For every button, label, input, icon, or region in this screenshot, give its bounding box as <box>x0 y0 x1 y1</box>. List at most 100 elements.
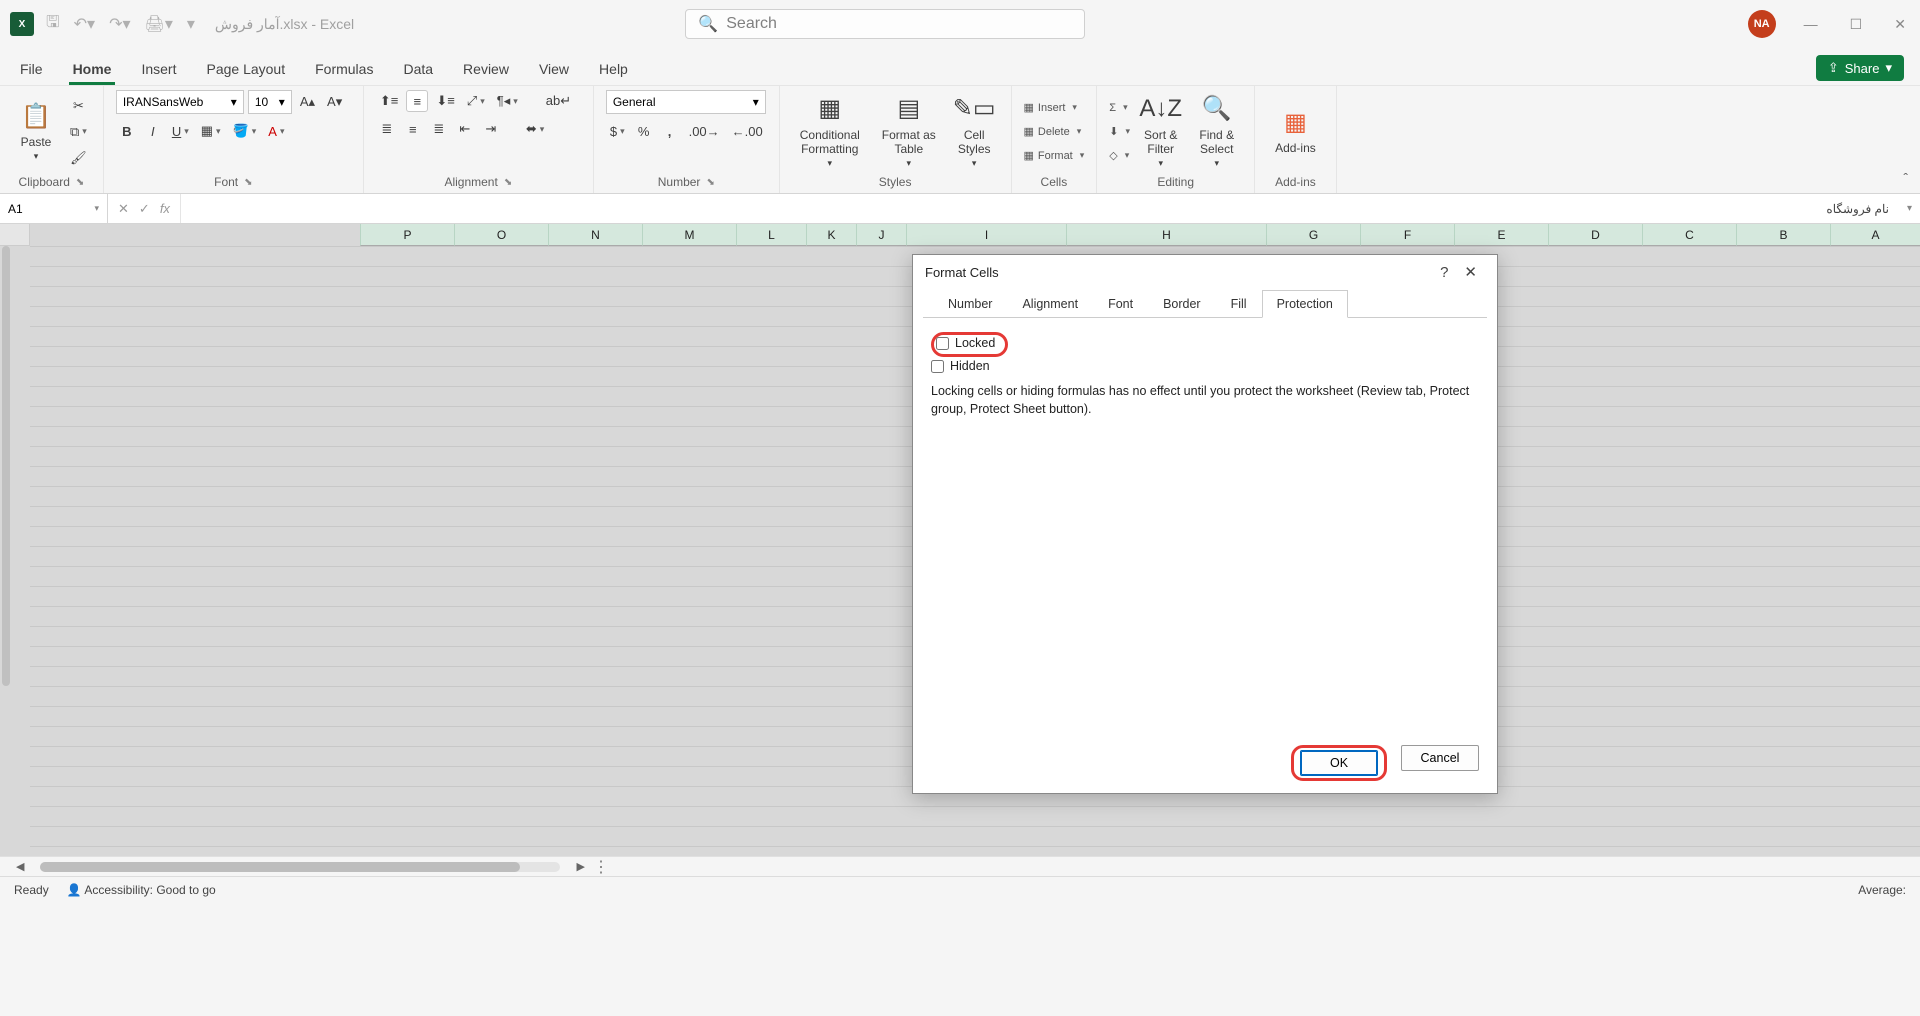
number-format-select[interactable]: General▾ <box>606 90 766 114</box>
tab-home[interactable]: Home <box>69 55 116 85</box>
format-cells-button[interactable]: ▦ Format <box>1024 147 1085 165</box>
locked-checkbox-row[interactable]: Locked <box>936 336 995 350</box>
vertical-scrollbar[interactable] <box>2 246 10 686</box>
fill-icon[interactable]: ⬇ <box>1109 123 1130 141</box>
increase-indent-icon[interactable]: ⇥ <box>480 118 502 140</box>
insert-cells-button[interactable]: ▦ Insert <box>1024 99 1077 117</box>
font-name-select[interactable]: IRANSansWeb▾ <box>116 90 244 114</box>
redo-icon[interactable]: ↷▾ <box>109 14 130 34</box>
col-header[interactable]: C <box>1642 224 1736 246</box>
comma-format-icon[interactable]: , <box>659 120 681 142</box>
merge-center-icon[interactable]: ⬌ <box>522 118 548 140</box>
dtab-protection[interactable]: Protection <box>1262 290 1348 318</box>
name-box[interactable]: A1▾ <box>0 194 108 223</box>
bold-button[interactable]: B <box>116 120 138 142</box>
align-bottom-icon[interactable]: ⬇≡ <box>432 90 458 112</box>
dialog-launcher-icon[interactable]: ⬊ <box>76 177 84 188</box>
col-header[interactable]: B <box>1736 224 1830 246</box>
tab-insert[interactable]: Insert <box>137 55 180 85</box>
cancel-button[interactable]: Cancel <box>1401 745 1479 771</box>
italic-button[interactable]: I <box>142 120 164 142</box>
user-avatar[interactable]: NA <box>1748 10 1776 38</box>
dialog-close-icon[interactable]: ✕ <box>1456 259 1485 285</box>
clear-icon[interactable]: ◇ <box>1109 147 1129 165</box>
col-header[interactable]: N <box>548 224 642 246</box>
col-header[interactable]: H <box>1066 224 1266 246</box>
copy-icon[interactable]: ⧉ <box>66 121 91 143</box>
scroll-left-icon[interactable]: ◀ <box>16 860 24 873</box>
find-select-button[interactable]: 🔍 Find & Select▾ <box>1191 92 1242 172</box>
sheet-tabs-menu-icon[interactable]: ⋮ <box>593 857 609 877</box>
formula-content[interactable]: نام فروشگاه <box>181 202 1899 216</box>
minimize-icon[interactable]: — <box>1800 12 1822 36</box>
col-header[interactable]: O <box>454 224 548 246</box>
help-icon[interactable]: ? <box>1432 260 1456 285</box>
wrap-text-icon[interactable]: ab↵ <box>542 90 575 112</box>
accounting-format-icon[interactable]: $ <box>606 120 629 142</box>
cut-icon[interactable]: ✂ <box>67 95 89 117</box>
text-direction-icon[interactable]: ¶◂ <box>493 90 522 112</box>
tab-help[interactable]: Help <box>595 55 632 85</box>
share-button[interactable]: ⇪ Share ▾ <box>1816 55 1904 81</box>
collapse-ribbon-icon[interactable]: ˆ <box>1903 170 1908 186</box>
col-header[interactable]: A <box>1830 224 1920 246</box>
increase-decimal-icon[interactable]: .00→ <box>685 120 724 142</box>
orientation-icon[interactable]: ⤢ <box>463 90 489 112</box>
enter-formula-icon[interactable]: ✓ <box>139 201 150 217</box>
locked-checkbox[interactable] <box>936 337 949 350</box>
undo-icon[interactable]: ↶▾ <box>74 14 95 34</box>
tab-page-layout[interactable]: Page Layout <box>202 55 289 85</box>
print-icon[interactable]: 🖨▾ <box>145 14 173 34</box>
accessibility-status[interactable]: 👤 Accessibility: Good to go <box>67 883 216 897</box>
dtab-border[interactable]: Border <box>1148 290 1216 318</box>
close-icon[interactable]: ✕ <box>1890 12 1910 37</box>
save-icon[interactable]: 🖫 <box>46 11 60 38</box>
sort-filter-button[interactable]: A↓Z Sort & Filter▾ <box>1136 92 1185 172</box>
cancel-formula-icon[interactable]: ✕ <box>118 201 129 217</box>
col-header[interactable]: F <box>1360 224 1454 246</box>
tab-data[interactable]: Data <box>399 55 437 85</box>
col-header[interactable]: P <box>360 224 454 246</box>
align-middle-icon[interactable]: ≡ <box>406 90 428 112</box>
overflow-icon[interactable]: ▾ <box>187 14 195 34</box>
dialog-launcher-icon[interactable]: ⬊ <box>244 177 252 188</box>
decrease-font-icon[interactable]: A▾ <box>323 91 346 113</box>
tab-view[interactable]: View <box>535 55 573 85</box>
maximize-icon[interactable]: ☐ <box>1846 12 1867 37</box>
dialog-launcher-icon[interactable]: ⬊ <box>504 177 512 188</box>
col-header[interactable]: I <box>906 224 1066 246</box>
addins-button[interactable]: ▦ Add-ins <box>1267 105 1324 157</box>
col-header[interactable]: M <box>642 224 736 246</box>
align-right-icon[interactable]: ≣ <box>428 118 450 140</box>
scroll-right-icon[interactable]: ▶ <box>576 860 584 873</box>
autosum-icon[interactable]: Σ <box>1109 99 1127 117</box>
format-painter-icon[interactable]: 🖌 <box>66 147 91 169</box>
col-header[interactable]: D <box>1548 224 1642 246</box>
conditional-formatting-button[interactable]: ▦ Conditional Formatting▾ <box>792 92 868 172</box>
decrease-indent-icon[interactable]: ⇤ <box>454 118 476 140</box>
dialog-launcher-icon[interactable]: ⬊ <box>706 177 714 188</box>
col-header[interactable]: E <box>1454 224 1548 246</box>
dtab-fill[interactable]: Fill <box>1216 290 1262 318</box>
decrease-decimal-icon[interactable]: ←.00 <box>728 120 767 142</box>
col-header[interactable]: L <box>736 224 806 246</box>
ok-button[interactable]: OK <box>1300 750 1378 776</box>
align-center-icon[interactable]: ≡ <box>402 118 424 140</box>
increase-font-icon[interactable]: A▴ <box>296 91 319 113</box>
borders-button[interactable]: ▦ <box>197 120 225 142</box>
expand-formula-icon[interactable]: ▾ <box>1899 203 1920 214</box>
col-header[interactable]: J <box>856 224 906 246</box>
format-as-table-button[interactable]: ▤ Format as Table▾ <box>874 92 944 172</box>
tab-review[interactable]: Review <box>459 55 513 85</box>
dtab-alignment[interactable]: Alignment <box>1007 290 1093 318</box>
dtab-number[interactable]: Number <box>933 290 1007 318</box>
align-left-icon[interactable]: ≣ <box>376 118 398 140</box>
align-top-icon[interactable]: ⬆≡ <box>376 90 402 112</box>
horizontal-scrollbar[interactable] <box>40 862 560 872</box>
font-color-button[interactable]: A <box>264 120 288 142</box>
font-size-select[interactable]: 10▾ <box>248 90 292 114</box>
search-box[interactable]: 🔍 Search <box>685 9 1085 39</box>
select-all-triangle[interactable] <box>0 224 30 246</box>
paste-button[interactable]: 📋 Paste ▾ <box>12 99 60 164</box>
underline-button[interactable]: U <box>168 120 193 142</box>
